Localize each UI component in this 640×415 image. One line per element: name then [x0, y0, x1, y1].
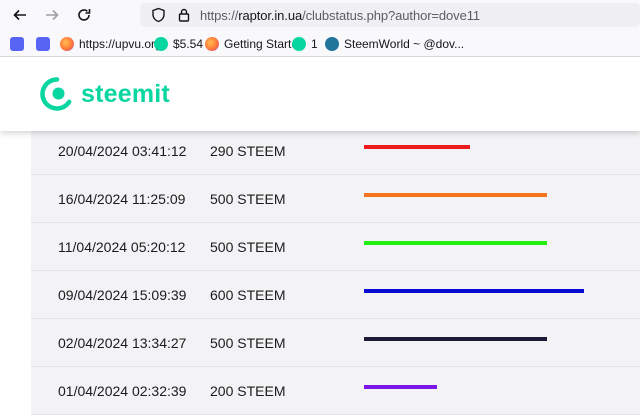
- transfer-amount: 500 STEEM: [210, 239, 286, 255]
- discord-icon: [36, 37, 50, 51]
- logo-text: steemit: [81, 79, 170, 108]
- table-row: 09/04/2024 15:09:39 600 STEEM: [31, 271, 640, 319]
- transfer-date: 01/04/2024 02:32:39: [58, 383, 187, 399]
- transfer-amount: 290 STEEM: [210, 143, 286, 159]
- bookmark-label: https://upvu.org/: [79, 37, 166, 51]
- transfer-date: 02/04/2024 13:34:27: [58, 335, 187, 351]
- discord-icon: [10, 37, 24, 51]
- wordpress-icon: [325, 37, 339, 51]
- bookmark-notifications[interactable]: 1: [292, 35, 318, 53]
- bookmark-balance[interactable]: $5.54: [154, 35, 203, 53]
- back-arrow-icon: [13, 9, 26, 21]
- amount-bar: [364, 145, 470, 149]
- steemit-icon: [154, 37, 168, 51]
- bookmark-label: 1: [311, 37, 318, 51]
- transfer-amount: 200 STEEM: [210, 383, 286, 399]
- transfer-amount: 600 STEEM: [210, 287, 286, 303]
- url-text[interactable]: https://raptor.in.ua/clubstatus.php?auth…: [200, 8, 480, 23]
- browser-toolbar: https://raptor.in.ua/clubstatus.php?auth…: [0, 0, 640, 30]
- table-row: 01/04/2024 02:32:39 200 STEEM: [31, 367, 640, 415]
- transfer-date: 16/04/2024 11:25:09: [58, 191, 186, 207]
- firefox-icon: [205, 37, 219, 51]
- bookmark-label: SteemWorld ~ @dov...: [344, 37, 465, 51]
- url-path: /clubstatus.php?author=dove11: [302, 8, 481, 23]
- tracking-protection-icon[interactable]: [148, 5, 168, 25]
- steemit-logo[interactable]: steemit: [40, 77, 170, 111]
- left-margin: [0, 131, 31, 415]
- bookmarks-bar: https://upvu.org/ $5.54 Getting Started …: [0, 30, 640, 57]
- reload-button[interactable]: [74, 5, 94, 25]
- page-content: steemit 20/04/2024 03:41:12 290 STEEM 16/0…: [0, 58, 640, 415]
- table-row: 20/04/2024 03:41:12 290 STEEM: [31, 127, 640, 175]
- table-row: 02/04/2024 13:34:27 500 STEEM: [31, 319, 640, 367]
- bookmark-steemworld[interactable]: SteemWorld ~ @dov...: [325, 35, 464, 53]
- forward-arrow-icon: [46, 9, 59, 21]
- bookmark-discord-2[interactable]: [36, 35, 55, 53]
- reload-icon: [78, 9, 91, 21]
- transfer-date: 20/04/2024 03:41:12: [58, 143, 187, 159]
- url-prefix: https://: [200, 8, 239, 23]
- firefox-icon: [60, 37, 74, 51]
- amount-bar: [364, 385, 437, 389]
- transfer-date: 11/04/2024 05:20:12: [58, 239, 186, 255]
- bookmark-upvu[interactable]: https://upvu.org/: [60, 35, 165, 53]
- bookmark-discord-1[interactable]: [10, 35, 29, 53]
- bookmark-getting-started[interactable]: Getting Started: [205, 35, 305, 53]
- back-button[interactable]: [10, 5, 30, 25]
- lock-icon[interactable]: [174, 5, 194, 25]
- transfer-date: 09/04/2024 15:09:39: [58, 287, 187, 303]
- bookmark-label: $5.54: [173, 37, 204, 51]
- table-row: 11/04/2024 05:20:12 500 STEEM: [31, 223, 640, 271]
- forward-button[interactable]: [42, 5, 62, 25]
- steemit-logo-icon: [40, 77, 72, 111]
- steemit-icon: [292, 37, 306, 51]
- table-row: 16/04/2024 11:25:09 500 STEEM: [31, 175, 640, 223]
- site-header: steemit: [0, 58, 640, 131]
- amount-bar: [364, 193, 547, 197]
- url-host: raptor.in.ua: [238, 8, 303, 23]
- transfer-amount: 500 STEEM: [210, 191, 286, 207]
- transfer-amount: 500 STEEM: [210, 335, 286, 351]
- amount-bar: [364, 337, 547, 341]
- amount-bar: [364, 241, 547, 245]
- amount-bar: [364, 289, 584, 293]
